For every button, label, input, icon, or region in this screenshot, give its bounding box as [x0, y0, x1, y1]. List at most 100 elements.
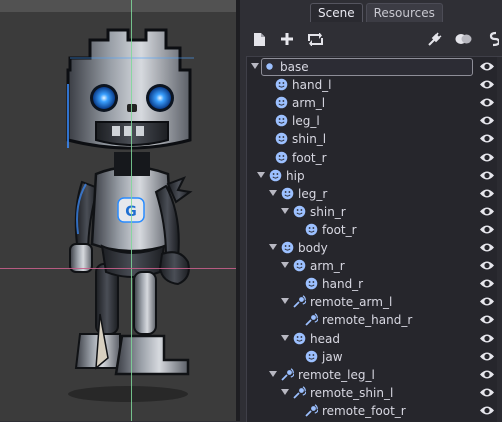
dock-tabs: Scene Resources: [310, 3, 443, 23]
script-icon[interactable]: [484, 30, 502, 48]
expand-arrow-icon[interactable]: [281, 207, 289, 214]
tree-row[interactable]: base: [247, 58, 502, 76]
expand-arrow-icon[interactable]: [281, 334, 289, 341]
smiley-icon: [305, 223, 318, 236]
visibility-eye-icon[interactable]: [479, 152, 495, 163]
add-node-icon[interactable]: [278, 30, 296, 48]
tree-node-label: shin_r: [310, 204, 346, 219]
smiley-icon: [305, 277, 318, 290]
smiley-icon: [275, 78, 288, 91]
visibility-eye-icon[interactable]: [479, 351, 495, 362]
tree-node-label: foot_r: [292, 150, 327, 165]
remote-transform-icon: [281, 367, 295, 381]
tree-row[interactable]: arm_r: [247, 257, 502, 275]
tree-row[interactable]: remote_arm_l: [247, 293, 502, 311]
tree-row[interactable]: shin_l: [247, 130, 502, 148]
remote-transform-icon: [305, 404, 319, 417]
tree-node-label: foot_r: [322, 222, 357, 237]
tab-resources[interactable]: Resources: [365, 3, 443, 22]
tree-node-label: head: [310, 331, 340, 346]
tree-node-label: leg_r: [298, 186, 328, 201]
connect-icon[interactable]: [426, 30, 444, 48]
visibility-eye-icon[interactable]: [479, 333, 495, 344]
tree-node-label: remote_leg_l: [298, 367, 375, 382]
tree-row[interactable]: arm_l: [247, 94, 502, 112]
expand-arrow-icon[interactable]: [269, 189, 277, 196]
smiley-icon: [269, 169, 282, 182]
smiley-icon: [275, 132, 288, 145]
tree-row[interactable]: remote_shin_l: [247, 384, 502, 402]
node-dot-icon: [263, 60, 276, 73]
new-scene-icon[interactable]: [250, 30, 268, 48]
visibility-eye-icon[interactable]: [479, 97, 495, 108]
visibility-eye-icon[interactable]: [479, 405, 495, 416]
visibility-eye-icon[interactable]: [479, 296, 495, 307]
tree-row[interactable]: body: [247, 239, 502, 257]
tree-node-label: hand_r: [322, 277, 364, 292]
tree-node-label: remote_arm_l: [310, 295, 393, 310]
smiley-icon: [275, 114, 288, 127]
tree-node-label: hand_l: [292, 78, 332, 93]
scene-toolbar: [240, 26, 502, 52]
expand-arrow-icon[interactable]: [269, 370, 277, 377]
visibility-eye-icon[interactable]: [479, 61, 495, 72]
visibility-eye-icon[interactable]: [479, 224, 495, 235]
groups-icon[interactable]: [454, 30, 472, 48]
tree-node-label: remote_shin_l: [310, 385, 394, 400]
smiley-icon: [293, 259, 306, 272]
smiley-icon: [293, 332, 306, 345]
tree-row[interactable]: shin_r: [247, 203, 502, 221]
tree-row[interactable]: foot_r: [247, 149, 502, 167]
tree-row[interactable]: leg_l: [247, 112, 502, 130]
expand-arrow-icon[interactable]: [251, 63, 259, 69]
tree-row[interactable]: hand_r: [247, 275, 502, 293]
tree-row[interactable]: leg_r: [247, 185, 502, 203]
visibility-eye-icon[interactable]: [479, 79, 495, 90]
visibility-eye-icon[interactable]: [479, 115, 495, 126]
tree-node-label: remote_hand_r: [322, 313, 413, 328]
tree-row[interactable]: remote_hand_r: [247, 311, 502, 329]
tree-row[interactable]: foot_r: [247, 221, 502, 239]
visibility-eye-icon[interactable]: [479, 260, 495, 271]
canvas-viewport[interactable]: G: [0, 0, 236, 421]
tree-node-label: arm_r: [310, 259, 345, 274]
tree-node-label: hip: [286, 168, 305, 183]
scene-tree[interactable]: base hand_l arm_l leg_l shin_l foot_r hip leg_r…: [246, 56, 502, 422]
visibility-eye-icon[interactable]: [479, 369, 495, 380]
tree-node-label: jaw: [322, 349, 343, 364]
visibility-eye-icon[interactable]: [479, 206, 495, 217]
smiley-icon: [281, 241, 294, 254]
horizontal-guide-line: [0, 268, 236, 269]
smiley-icon: [275, 151, 288, 164]
smiley-icon: [305, 350, 318, 363]
visibility-eye-icon[interactable]: [479, 133, 495, 144]
tree-node-label: remote_foot_r: [322, 403, 406, 418]
tree-row[interactable]: hand_l: [247, 76, 502, 94]
tree-scrollbar[interactable]: [497, 57, 502, 422]
tree-node-label: base: [280, 60, 309, 74]
tree-row[interactable]: remote_leg_l: [247, 366, 502, 384]
expand-arrow-icon[interactable]: [281, 262, 289, 269]
tree-row[interactable]: head: [247, 330, 502, 348]
tree-node-label: arm_l: [292, 96, 326, 111]
remote-transform-icon: [293, 386, 307, 399]
visibility-eye-icon[interactable]: [479, 387, 495, 398]
tree-row[interactable]: hip: [247, 167, 502, 185]
expand-arrow-icon[interactable]: [281, 298, 289, 305]
smiley-icon: [293, 205, 306, 218]
vertical-guide-line: [131, 0, 132, 421]
visibility-eye-icon[interactable]: [479, 242, 495, 253]
expand-arrow-icon[interactable]: [281, 388, 289, 395]
visibility-eye-icon[interactable]: [479, 278, 495, 289]
tree-row[interactable]: jaw: [247, 348, 502, 366]
tree-node-label: body: [298, 241, 328, 255]
visibility-eye-icon[interactable]: [479, 314, 495, 325]
instance-icon[interactable]: [306, 30, 324, 48]
tab-scene[interactable]: Scene: [310, 3, 363, 22]
expand-arrow-icon[interactable]: [269, 244, 277, 250]
expand-arrow-icon[interactable]: [257, 171, 265, 178]
tree-row[interactable]: remote_foot_r: [247, 402, 502, 420]
visibility-eye-icon[interactable]: [479, 188, 495, 199]
tree-node-label: leg_l: [292, 114, 320, 129]
visibility-eye-icon[interactable]: [479, 170, 495, 181]
